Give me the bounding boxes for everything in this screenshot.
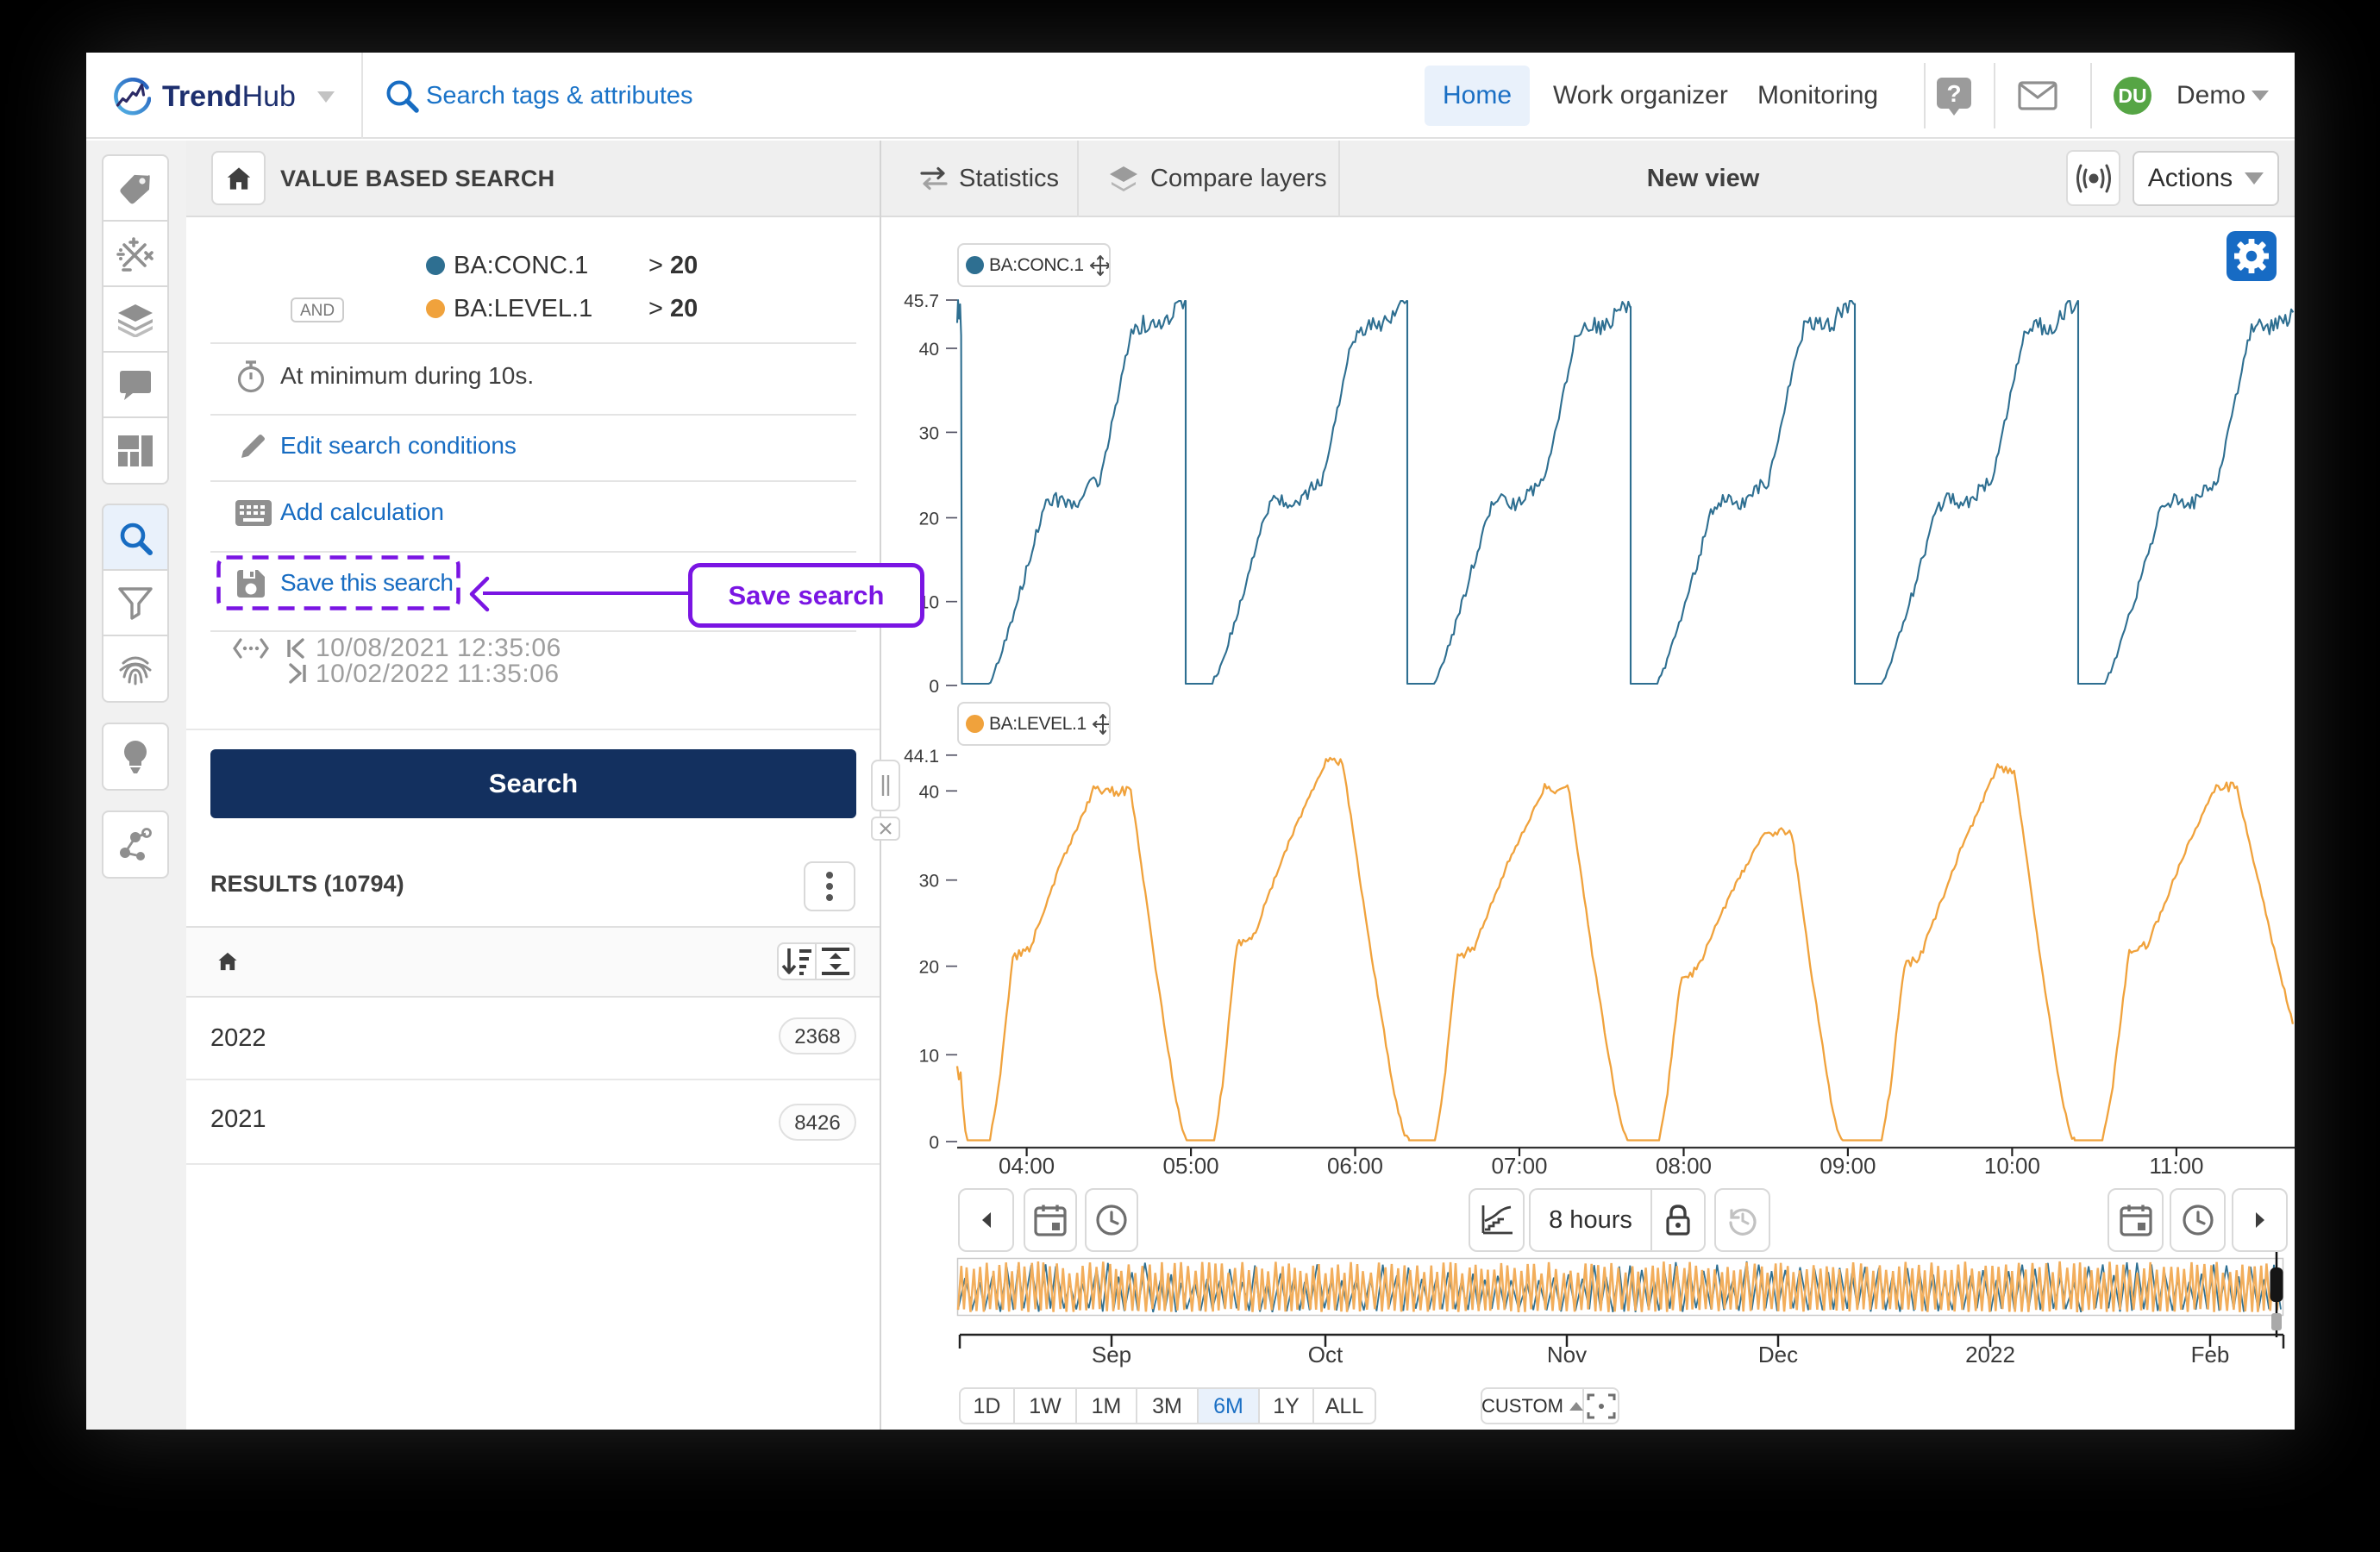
svg-text:09:00: 09:00 xyxy=(1819,1153,1876,1179)
svg-text:40: 40 xyxy=(919,782,939,802)
svg-text:20: 20 xyxy=(919,958,939,978)
svg-text:08:00: 08:00 xyxy=(1656,1153,1712,1179)
svg-text:44.1: 44.1 xyxy=(904,747,939,767)
svg-text:06:00: 06:00 xyxy=(1327,1153,1383,1179)
svg-text:2022: 2022 xyxy=(1965,1342,2015,1367)
svg-text:07:00: 07:00 xyxy=(1491,1153,1547,1179)
svg-text:05:00: 05:00 xyxy=(1163,1153,1219,1179)
svg-text:10: 10 xyxy=(919,1046,939,1066)
svg-text:10:00: 10:00 xyxy=(1984,1153,2040,1179)
svg-text:40: 40 xyxy=(919,340,939,360)
svg-text:30: 30 xyxy=(919,423,939,443)
svg-text:Feb: Feb xyxy=(2191,1342,2230,1367)
svg-text:0: 0 xyxy=(929,1133,939,1153)
svg-text:Sep: Sep xyxy=(1092,1342,1131,1367)
svg-text:Dec: Dec xyxy=(1758,1342,1798,1367)
svg-text:20: 20 xyxy=(919,510,939,529)
svg-text:Nov: Nov xyxy=(1547,1342,1587,1367)
svg-text:30: 30 xyxy=(919,872,939,892)
svg-text:04:00: 04:00 xyxy=(999,1153,1055,1179)
svg-text:45.7: 45.7 xyxy=(904,291,939,311)
svg-text:11:00: 11:00 xyxy=(2149,1153,2203,1179)
svg-text:0: 0 xyxy=(929,677,939,697)
svg-text:Oct: Oct xyxy=(1308,1342,1343,1367)
svg-text:?: ? xyxy=(1946,80,1961,107)
